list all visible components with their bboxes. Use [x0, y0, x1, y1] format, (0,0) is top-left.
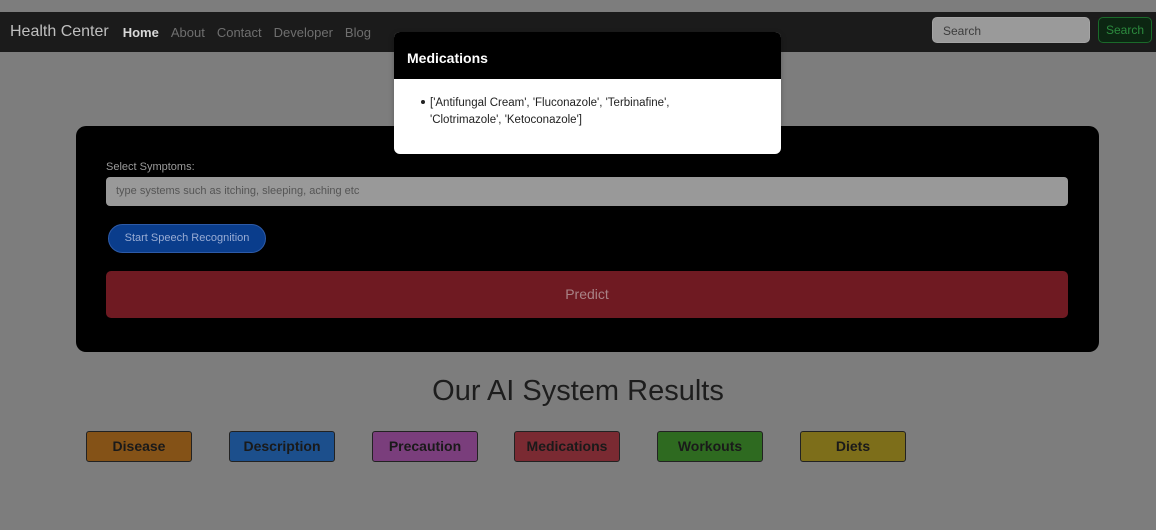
- bullet-icon: [421, 100, 425, 104]
- nav-link-developer[interactable]: Developer: [274, 25, 333, 40]
- workouts-button[interactable]: Workouts: [657, 431, 763, 462]
- medications-modal: Medications ['Antifungal Cream', 'Flucon…: [394, 32, 781, 154]
- disease-button[interactable]: Disease: [86, 431, 192, 462]
- medications-button[interactable]: Medications: [514, 431, 620, 462]
- precaution-button[interactable]: Precaution: [372, 431, 478, 462]
- modal-title: Medications: [394, 32, 781, 79]
- medication-list-item: ['Antifungal Cream', 'Fluconazole', 'Ter…: [430, 97, 670, 126]
- diets-button[interactable]: Diets: [800, 431, 906, 462]
- symptom-form-panel: Select Symptoms: type systems such as it…: [76, 126, 1099, 352]
- nav-link-about[interactable]: About: [171, 25, 205, 40]
- results-heading: Our AI System Results: [432, 375, 724, 407]
- predict-button[interactable]: Predict: [106, 271, 1068, 318]
- nav-link-blog[interactable]: Blog: [345, 25, 371, 40]
- modal-body: ['Antifungal Cream', 'Fluconazole', 'Ter…: [394, 79, 781, 129]
- symptom-label: Select Symptoms:: [106, 161, 195, 173]
- search-input[interactable]: Search: [932, 17, 1090, 43]
- speech-recognition-button[interactable]: Start Speech Recognition: [108, 224, 266, 253]
- nav-link-contact[interactable]: Contact: [217, 25, 262, 40]
- nav-link-home[interactable]: Home: [123, 25, 159, 40]
- search-button[interactable]: Search: [1098, 17, 1152, 43]
- symptom-input[interactable]: type systems such as itching, sleeping, …: [106, 177, 1068, 206]
- description-button[interactable]: Description: [229, 431, 335, 462]
- brand-link[interactable]: Health Center: [10, 23, 109, 41]
